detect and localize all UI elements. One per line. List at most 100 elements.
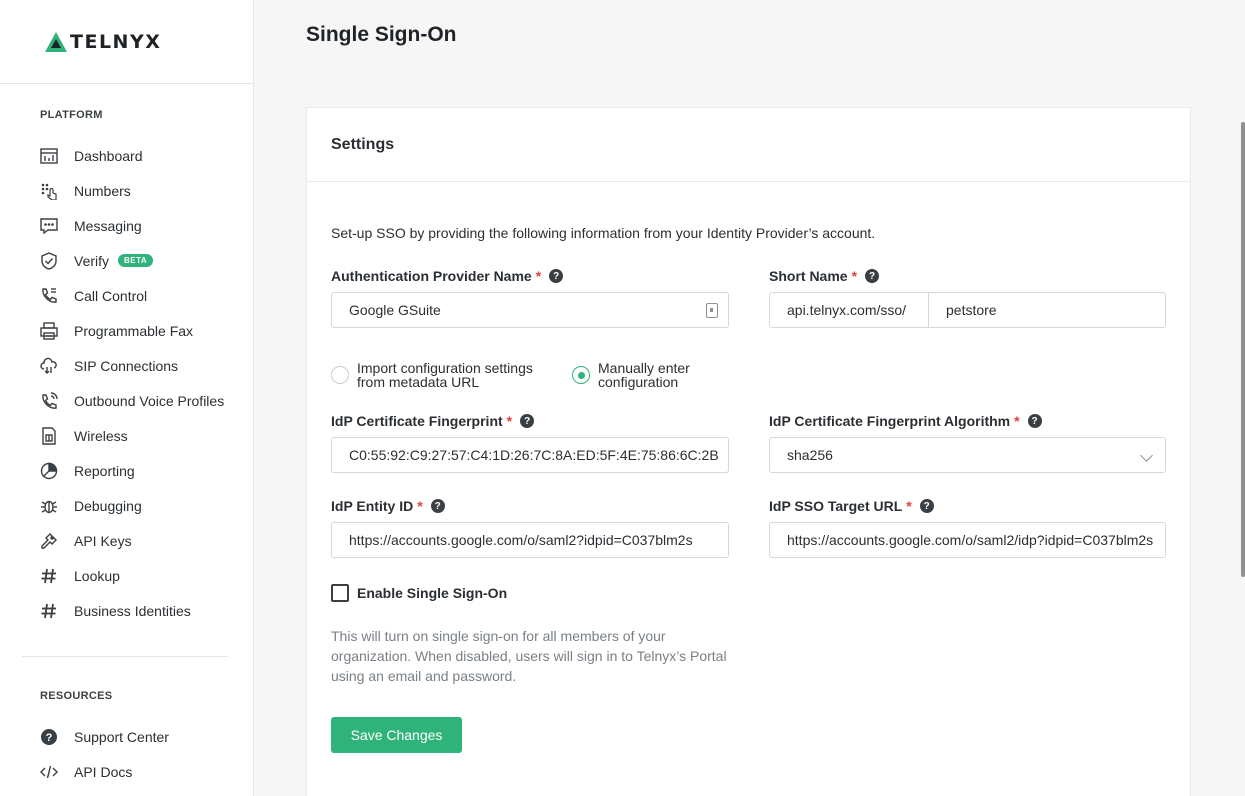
sidebar-item-label: Outbound Voice Profiles (74, 392, 225, 409)
cloud-icon (39, 356, 59, 376)
chevron-down-icon (1140, 449, 1153, 462)
fingerprint-input[interactable]: C0:55:92:C9:27:57:C4:1D:26:7C:8A:ED:5F:4… (331, 437, 729, 473)
sidebar-divider (22, 656, 228, 657)
auth-provider-input[interactable]: Google GSuite (331, 292, 729, 328)
bug-icon (39, 496, 59, 516)
sidebar: TELNYX PLATFORM Dashboard Numbers Messag… (0, 0, 254, 796)
sidebar-item-dashboard[interactable]: Dashboard (0, 138, 253, 173)
sidebar-item-label: SIP Connections (74, 357, 179, 374)
sidebar-item-call-control[interactable]: Call Control (0, 278, 253, 313)
sidebar-item-wireless[interactable]: Wireless (0, 418, 253, 453)
settings-card: Settings Set-up SSO by providing the fol… (306, 107, 1191, 796)
help-icon[interactable]: ? (1027, 414, 1042, 428)
resources-section-label: RESOURCES (40, 690, 113, 702)
sidebar-item-business-identities[interactable]: Business Identities (0, 593, 253, 628)
sidebar-item-label: Messaging (74, 217, 142, 234)
sidebar-item-label: API Keys (74, 532, 132, 549)
help-icon[interactable]: ? (919, 499, 934, 513)
card-title: Settings (331, 135, 395, 153)
sidebar-item-label: API Docs (74, 763, 133, 780)
short-name-prefix: api.telnyx.com/sso/ (769, 292, 929, 328)
contact-card-icon[interactable] (706, 303, 718, 318)
question-circle-icon: ? (39, 727, 59, 747)
sidebar-item-label: Business Identities (74, 602, 191, 619)
sidebar-item-label: Verify (74, 252, 110, 269)
sim-card-icon (39, 426, 59, 446)
sidebar-item-label: Debugging (74, 497, 142, 514)
telnyx-logo[interactable]: TELNYX (0, 0, 253, 84)
required-mark: * (506, 413, 513, 429)
import-metadata-label[interactable]: Import configuration settings from metad… (357, 361, 547, 389)
resources-nav: ? Support Center API Docs (0, 719, 253, 789)
short-name-input[interactable]: petstore (928, 292, 1166, 328)
sidebar-item-label: Lookup (74, 567, 120, 584)
intro-text: Set-up SSO by providing the following in… (331, 225, 876, 241)
phone-icon (39, 286, 59, 306)
beta-badge: BETA (118, 254, 154, 267)
hash-icon (39, 566, 59, 586)
help-icon[interactable]: ? (865, 269, 880, 283)
sidebar-item-label: Wireless (74, 427, 128, 444)
import-metadata-radio[interactable] (331, 366, 349, 384)
required-mark: * (1014, 413, 1020, 429)
sidebar-item-label: Dashboard (74, 147, 143, 164)
sidebar-item-label: Reporting (74, 462, 135, 479)
sso-target-input[interactable]: https://accounts.google.com/o/saml2/idp?… (769, 522, 1166, 558)
sidebar-item-label: Programmable Fax (74, 322, 194, 339)
telnyx-logo-icon (45, 31, 67, 52)
help-icon[interactable]: ? (520, 414, 535, 428)
entity-id-input[interactable]: https://accounts.google.com/o/saml2?idpi… (331, 522, 729, 558)
pie-chart-icon (39, 461, 59, 481)
card-header: Settings (307, 108, 1190, 182)
code-icon (39, 762, 59, 782)
sidebar-item-sip-connections[interactable]: SIP Connections (0, 348, 253, 383)
sidebar-item-lookup[interactable]: Lookup (0, 558, 253, 593)
fingerprint-algorithm-select[interactable]: sha256 (769, 437, 1166, 473)
page-scrollbar[interactable] (1241, 122, 1245, 577)
sidebar-item-label: Call Control (74, 287, 148, 304)
phone-outgoing-icon (39, 391, 59, 411)
sidebar-item-label: Numbers (74, 182, 131, 199)
sidebar-item-api-docs[interactable]: API Docs (0, 754, 253, 789)
short-name-label: Short Name * ? (769, 268, 880, 284)
sidebar-item-verify[interactable]: Verify BETA (0, 243, 253, 278)
sidebar-item-debugging[interactable]: Debugging (0, 488, 253, 523)
fingerprint-label: IdP Certificate Fingerprint * ? (331, 413, 535, 429)
enable-sso-checkbox[interactable] (331, 584, 349, 602)
help-icon[interactable]: ? (549, 269, 564, 283)
required-mark: * (535, 268, 542, 284)
help-icon[interactable]: ? (430, 499, 445, 513)
manual-config-label[interactable]: Manually enter configuration (598, 361, 718, 389)
required-mark: * (417, 498, 423, 514)
sso-target-label: IdP SSO Target URL * ? (769, 498, 934, 514)
shield-check-icon (39, 251, 59, 271)
required-mark: * (906, 498, 912, 514)
sidebar-item-outbound-voice-profiles[interactable]: Outbound Voice Profiles (0, 383, 253, 418)
key-icon (39, 531, 59, 551)
sso-note: This will turn on single sign-on for all… (331, 628, 727, 684)
entity-id-label: IdP Entity ID * ? (331, 498, 445, 514)
enable-sso-label[interactable]: Enable Single Sign-On (357, 585, 507, 601)
sidebar-item-support-center[interactable]: ? Support Center (0, 719, 253, 754)
fingerprint-algorithm-label: IdP Certificate Fingerprint Algorithm * … (769, 413, 1042, 429)
sidebar-item-programmable-fax[interactable]: Programmable Fax (0, 313, 253, 348)
manual-config-radio[interactable] (572, 366, 590, 384)
fax-icon (39, 321, 59, 341)
sidebar-item-numbers[interactable]: Numbers (0, 173, 253, 208)
sidebar-item-api-keys[interactable]: API Keys (0, 523, 253, 558)
save-changes-button[interactable]: Save Changes (331, 717, 462, 753)
sidebar-item-label: Support Center (74, 728, 169, 745)
sidebar-item-reporting[interactable]: Reporting (0, 453, 253, 488)
svg-text:?: ? (46, 732, 53, 744)
messaging-icon (39, 216, 59, 236)
dashboard-icon (39, 146, 59, 166)
numbers-icon (39, 181, 59, 201)
platform-section-label: PLATFORM (40, 109, 103, 121)
required-mark: * (851, 268, 858, 284)
page-title: Single Sign-On (306, 23, 457, 46)
logo-text: TELNYX (70, 30, 162, 53)
auth-provider-label: Authentication Provider Name * ? (331, 268, 564, 284)
hash-icon (39, 601, 59, 621)
sidebar-item-messaging[interactable]: Messaging (0, 208, 253, 243)
platform-nav: Dashboard Numbers Messaging Verify BETA … (0, 138, 253, 628)
